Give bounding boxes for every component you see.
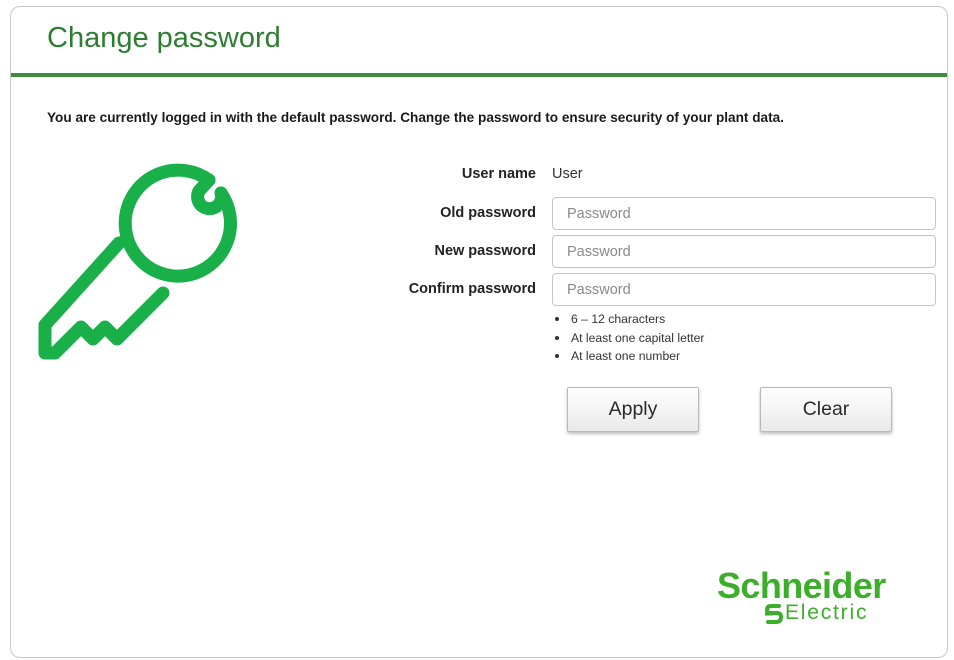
key-icon <box>38 163 237 360</box>
clear-button[interactable]: Clear <box>760 387 892 432</box>
confirm-password-field[interactable] <box>552 273 936 306</box>
page-title: Change password <box>47 22 281 54</box>
user-name-label: User name <box>461 166 536 182</box>
bullet-icon <box>555 354 559 358</box>
logo-mark-icon <box>764 604 784 624</box>
schneider-electric-logo: Schneider Electric <box>717 565 927 631</box>
user-name-value: User <box>552 166 583 182</box>
title-bar: Change password <box>11 7 947 77</box>
change-password-dialog: Change password You are currently logged… <box>10 6 948 658</box>
password-rule-text: 6 – 12 characters <box>571 312 666 326</box>
password-rule-text: At least one number <box>571 349 681 363</box>
bullet-icon <box>555 335 559 340</box>
logo-subtitle-text: Electric <box>785 601 869 624</box>
default-password-notice: You are currently logged in with the def… <box>47 110 784 125</box>
password-rule-text: At least one capital letter <box>571 330 705 345</box>
confirm-password-label: Confirm password <box>408 281 536 297</box>
password-rules-list: 6 – 12 characters At least one capital l… <box>552 310 704 366</box>
old-password-field[interactable] <box>552 197 936 230</box>
password-rule: At least one number <box>552 347 704 366</box>
new-password-label: New password <box>434 243 536 259</box>
password-rule: At least one capital letter <box>552 329 704 348</box>
apply-button[interactable]: Apply <box>567 387 699 432</box>
old-password-label: Old password <box>440 205 536 221</box>
bullet-icon <box>555 317 559 321</box>
new-password-field[interactable] <box>552 235 936 268</box>
password-rule: 6 – 12 characters <box>552 310 704 329</box>
